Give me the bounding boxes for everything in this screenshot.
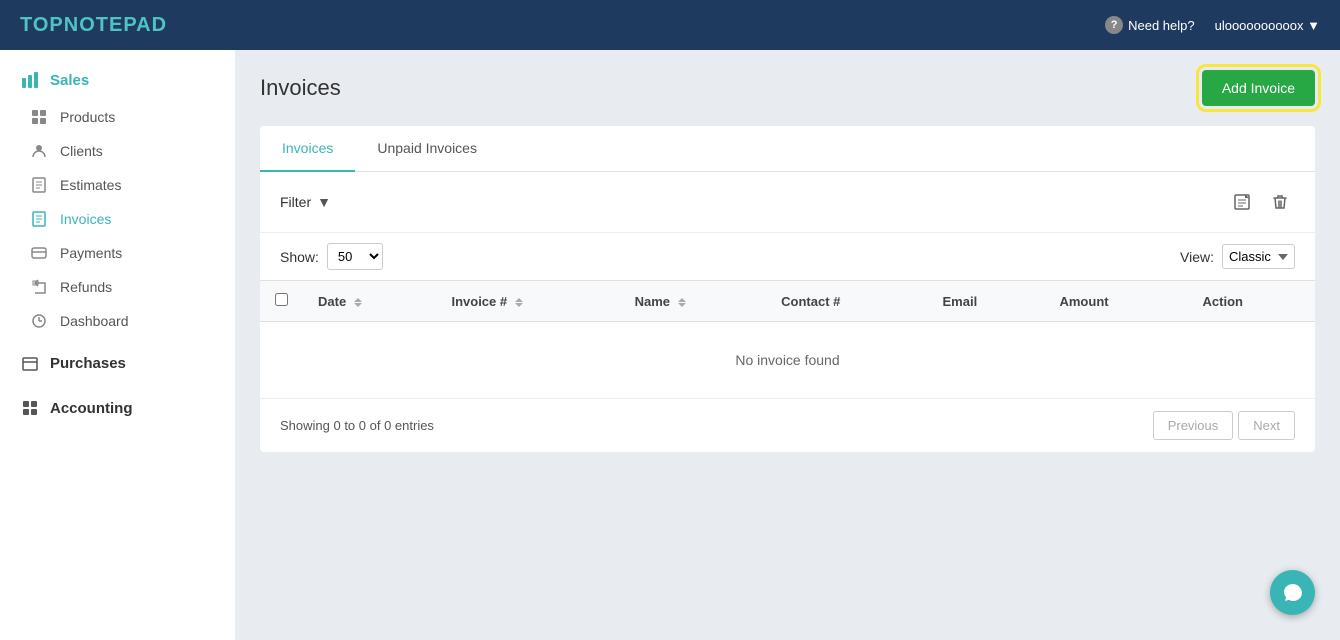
invoices-label: Invoices (60, 211, 111, 227)
show-row: Show: 10 25 50 100 View: Classic Modern (260, 233, 1315, 280)
showing-text: Showing 0 to 0 of 0 entries (280, 418, 434, 433)
clients-icon (30, 142, 48, 160)
refunds-label: Refunds (60, 279, 112, 295)
page-title: Invoices (260, 75, 341, 101)
filter-label: Filter (280, 194, 311, 210)
logo[interactable]: TopNotepad (20, 14, 167, 37)
chat-button[interactable] (1270, 570, 1315, 615)
products-label: Products (60, 109, 115, 125)
select-all-checkbox[interactable] (275, 293, 288, 306)
empty-row: No invoice found (260, 322, 1315, 399)
view-label: View: (1180, 249, 1214, 265)
main-content: Invoices Add Invoice Invoices Unpaid Inv… (235, 50, 1340, 640)
payments-label: Payments (60, 245, 122, 261)
empty-message: No invoice found (260, 322, 1315, 399)
sidebar-item-dashboard[interactable]: Dashboard (0, 304, 235, 338)
layout: Sales Products (0, 50, 1340, 640)
filter-row: Filter ▼ (260, 172, 1315, 233)
add-invoice-button[interactable]: Add Invoice (1202, 70, 1315, 106)
view-select[interactable]: Classic Modern (1222, 244, 1295, 269)
col-invoice-num: Invoice # (436, 281, 619, 322)
sidebar-section-purchases-header[interactable]: Purchases (0, 343, 235, 383)
estimates-label: Estimates (60, 177, 121, 193)
sidebar-section-sales-header[interactable]: Sales (0, 60, 235, 100)
user-menu[interactable]: uloooooooooox ▼ (1215, 18, 1320, 33)
user-label: uloooooooooox ▼ (1215, 18, 1320, 33)
show-label: Show: (280, 249, 319, 265)
col-name: Name (620, 281, 767, 322)
col-checkbox (260, 281, 303, 322)
col-action: Action (1188, 281, 1315, 322)
invoices-card: Invoices Unpaid Invoices Filter ▼ (260, 126, 1315, 452)
help-link[interactable]: ? Need help? (1105, 16, 1195, 34)
show-left: Show: 10 25 50 100 (280, 243, 383, 270)
sidebar: Sales Products (0, 50, 235, 640)
table-container: Date Invoice # (260, 280, 1315, 398)
invoices-table: Date Invoice # (260, 280, 1315, 398)
next-button[interactable]: Next (1238, 411, 1295, 440)
sidebar-item-payments[interactable]: Payments (0, 236, 235, 270)
sales-label: Sales (50, 72, 89, 89)
accounting-label: Accounting (50, 400, 133, 417)
logo-notepad: Notepad (64, 14, 167, 36)
delete-icon[interactable] (1265, 187, 1295, 217)
show-select[interactable]: 10 25 50 100 (327, 243, 383, 270)
table-header-row: Date Invoice # (260, 281, 1315, 322)
logo-top: Top (20, 14, 64, 36)
col-email: Email (928, 281, 1045, 322)
filter-left: Filter ▼ (280, 194, 331, 210)
tab-unpaid-invoices[interactable]: Unpaid Invoices (355, 126, 499, 172)
view-right: View: Classic Modern (1180, 244, 1295, 269)
invoice-sort-icon[interactable] (515, 298, 523, 307)
sidebar-section-sales: Sales Products (0, 60, 235, 338)
filter-right (1227, 187, 1295, 217)
dashboard-label: Dashboard (60, 313, 129, 329)
payments-icon (30, 244, 48, 262)
tab-invoices[interactable]: Invoices (260, 126, 355, 172)
header-right: ? Need help? uloooooooooox ▼ (1105, 16, 1320, 34)
sidebar-item-invoices[interactable]: Invoices (0, 202, 235, 236)
col-date: Date (303, 281, 436, 322)
sidebar-item-estimates[interactable]: Estimates (0, 168, 235, 202)
col-date-label: Date (318, 294, 346, 309)
col-contact: Contact # (766, 281, 927, 322)
name-sort-icon[interactable] (678, 298, 686, 307)
sidebar-section-accounting: Accounting (0, 388, 235, 428)
col-amount: Amount (1044, 281, 1187, 322)
table-footer: Showing 0 to 0 of 0 entries Previous Nex… (260, 398, 1315, 452)
previous-button[interactable]: Previous (1153, 411, 1234, 440)
filter-icon: ▼ (317, 194, 331, 210)
sidebar-item-refunds[interactable]: Refunds (0, 270, 235, 304)
products-icon (30, 108, 48, 126)
invoices-icon (30, 210, 48, 228)
clients-label: Clients (60, 143, 103, 159)
sidebar-item-products[interactable]: Products (0, 100, 235, 134)
help-label: Need help? (1128, 18, 1195, 33)
dashboard-icon (30, 312, 48, 330)
tabs-bar: Invoices Unpaid Invoices (260, 126, 1315, 172)
sidebar-item-clients[interactable]: Clients (0, 134, 235, 168)
help-icon: ? (1105, 16, 1123, 34)
sales-icon (20, 70, 40, 90)
page-title-row: Invoices Add Invoice (260, 70, 1315, 106)
col-contact-label: Contact # (781, 294, 840, 309)
sidebar-section-purchases: Purchases (0, 343, 235, 383)
export-icon[interactable] (1227, 187, 1257, 217)
date-sort-icon[interactable] (354, 298, 362, 307)
col-action-label: Action (1203, 294, 1243, 309)
col-amount-label: Amount (1059, 294, 1108, 309)
refunds-icon (30, 278, 48, 296)
accounting-icon (20, 398, 40, 418)
estimates-icon (30, 176, 48, 194)
purchases-label: Purchases (50, 355, 126, 372)
col-invoice-label: Invoice # (451, 294, 507, 309)
purchases-icon (20, 353, 40, 373)
header: TopNotepad ? Need help? uloooooooooox ▼ (0, 0, 1340, 50)
col-name-label: Name (635, 294, 670, 309)
pagination: Previous Next (1153, 411, 1295, 440)
col-email-label: Email (943, 294, 978, 309)
sidebar-section-accounting-header[interactable]: Accounting (0, 388, 235, 428)
